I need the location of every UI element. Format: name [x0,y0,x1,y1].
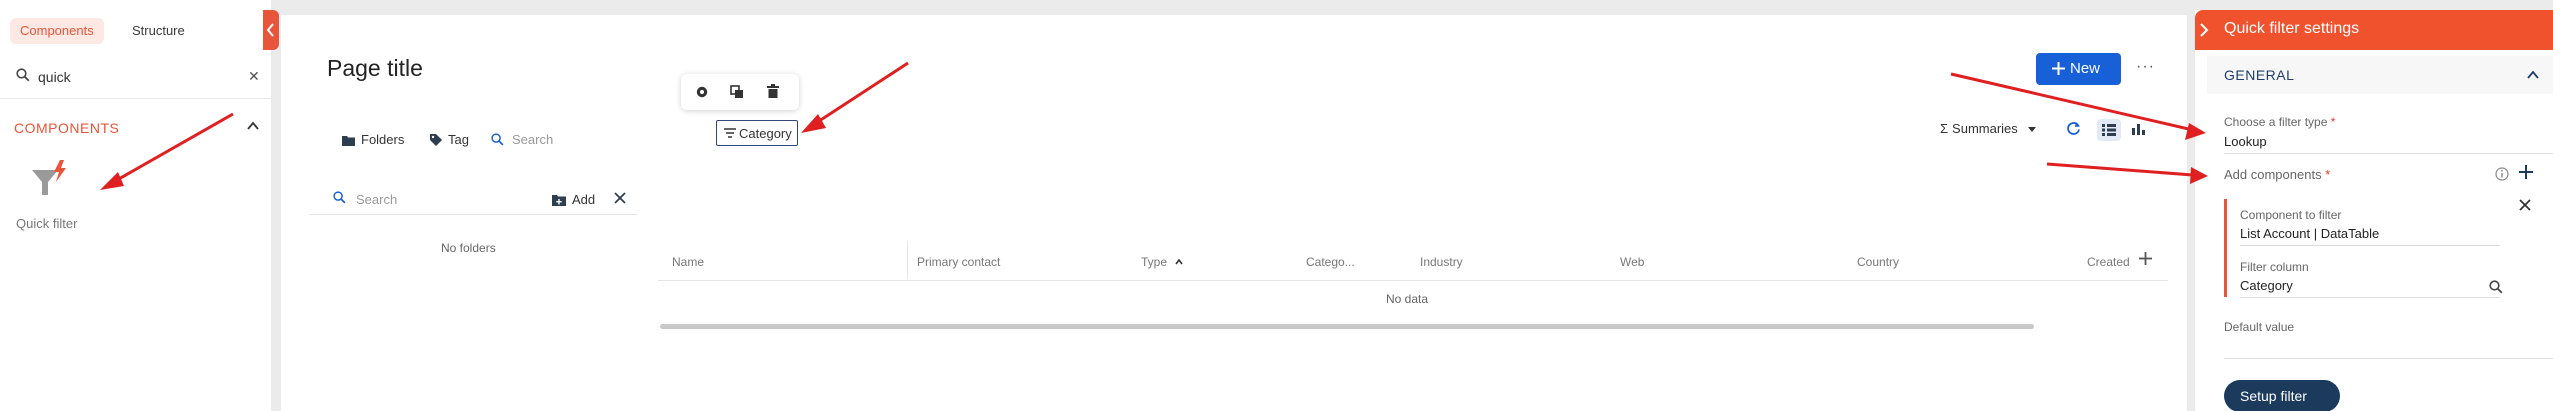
page-canvas [281,15,2187,411]
column-header-type[interactable]: Type [1141,255,1183,269]
default-value-input[interactable] [2224,358,2553,359]
tag-label: Tag [448,132,469,147]
caret-down-icon [2028,127,2037,132]
settings-panel-title: Quick filter settings [2224,20,2360,37]
new-button[interactable]: New [2036,53,2121,85]
setup-filter-label: Setup filter [2240,388,2307,404]
trash-icon[interactable] [766,84,780,99]
horizontal-scrollbar[interactable] [660,324,2034,329]
folders-label: Folders [361,132,405,147]
close-icon[interactable]: ✕ [248,68,260,85]
column-header-name[interactable]: Name [672,255,704,269]
close-icon[interactable] [614,192,626,204]
filter-icon [724,128,736,139]
list-icon [2102,124,2116,136]
category-quick-filter[interactable]: Category [716,120,798,146]
page-title[interactable]: Page title [327,55,423,82]
section-title: COMPONENTS [14,120,120,136]
info-icon[interactable] [2495,167,2509,181]
divider [2224,153,2553,154]
folder-icon [342,136,355,146]
grid-search-placeholder: Search [512,132,554,147]
filter-type-select[interactable]: Lookup [2224,134,2267,149]
component-item-label[interactable]: Quick filter [16,216,77,231]
column-divider [907,241,908,279]
column-header-country[interactable]: Country [1857,255,1899,269]
quick-filter-icon[interactable] [30,158,72,200]
folder-search-input[interactable]: Search [356,192,397,207]
chevron-right-icon[interactable] [2199,23,2209,37]
gear-icon[interactable] [695,85,709,99]
chevron-up-icon[interactable] [2526,68,2540,82]
tag-button[interactable]: Tag [430,132,469,147]
folders-button[interactable]: Folders [342,132,404,147]
chevron-up-icon[interactable] [246,119,260,133]
setup-filter-button[interactable]: Setup filter [2224,380,2340,411]
tab-components[interactable]: Components [10,18,104,44]
sort-ascending-icon[interactable] [1175,259,1183,265]
component-to-filter-select[interactable]: List Account | DataTable [2240,226,2379,241]
add-component-button[interactable] [2518,164,2534,180]
add-column-icon[interactable] [2139,252,2152,265]
category-chip-label: Category [739,126,792,141]
folder-plus-icon [552,195,566,206]
new-button-label: New [2070,60,2101,77]
component-to-filter-label: Component to filter [2240,208,2342,222]
divider [2240,245,2500,246]
column-header-primary-contact[interactable]: Primary contact [917,255,1000,269]
search-icon [333,191,346,204]
sigma-icon: Σ [1940,121,1949,136]
empty-grid-text: No data [1386,292,1429,306]
add-folder-label: Add [572,192,596,207]
copy-icon[interactable] [730,85,744,99]
grid-search-input[interactable]: Search [491,132,553,147]
list-view-button[interactable] [2097,119,2121,141]
filter-column-input[interactable]: Category [2240,278,2293,293]
column-header-category[interactable]: Catego... [1306,255,1355,269]
chart-view-icon[interactable] [2132,122,2145,135]
general-section-title: GENERAL [2224,67,2295,83]
empty-folders-text: No folders [441,241,496,255]
search-icon [491,133,504,146]
add-components-label: Add components * [2224,167,2331,182]
component-card-accent [2224,199,2227,297]
tag-icon [430,134,442,146]
column-header-web[interactable]: Web [1620,255,1644,269]
filter-column-label: Filter column [2240,260,2309,274]
summaries-dropdown[interactable]: Σ Summaries [1940,121,2037,136]
component-search-input[interactable]: quick [38,69,71,85]
refresh-icon[interactable] [2066,121,2081,136]
divider [2240,297,2500,298]
column-header-industry[interactable]: Industry [1420,255,1463,269]
search-icon[interactable] [2489,280,2503,294]
default-value-label: Default value [2224,320,2295,334]
column-type-label: Type [1141,255,1168,269]
plus-icon [2052,62,2065,75]
collapse-panel-button[interactable] [263,10,279,50]
components-panel [0,0,271,411]
divider [0,98,271,99]
close-icon[interactable] [2519,199,2531,211]
component-toolbar [681,74,799,110]
tab-structure[interactable]: Structure [122,18,195,44]
summaries-label: Summaries [1952,121,2018,136]
column-header-created[interactable]: Created [2087,255,2130,269]
more-options-button[interactable]: ··· [2136,58,2155,76]
divider [658,280,2168,281]
add-folder-button[interactable]: Add [552,192,595,207]
divider [309,214,637,215]
search-icon [16,68,30,82]
filter-type-label: Choose a filter type * [2224,115,2336,129]
